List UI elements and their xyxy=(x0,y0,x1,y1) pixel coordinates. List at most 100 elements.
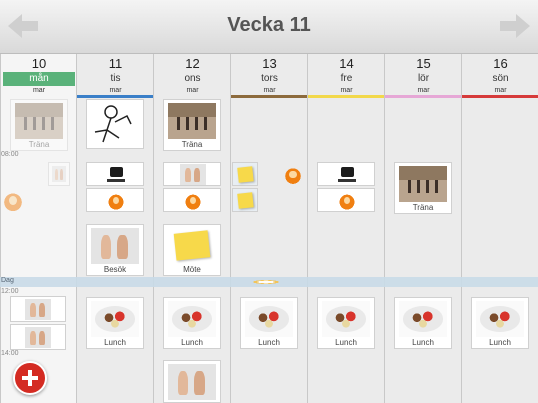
day-name: ons xyxy=(184,73,201,84)
people-image xyxy=(168,364,216,400)
orange-image xyxy=(105,190,127,212)
activity-card-besok[interactable]: Besök xyxy=(86,224,144,276)
day-name: tors xyxy=(261,73,278,84)
time-label: 14:00 xyxy=(1,350,19,357)
sticky-note-image xyxy=(235,164,257,186)
activity-card-lunch[interactable]: Lunch xyxy=(317,297,375,349)
activity-label: Lunch xyxy=(258,338,280,347)
sun-icon xyxy=(246,279,286,285)
orange-image[interactable] xyxy=(0,188,26,214)
gym-image xyxy=(399,166,447,202)
activity-card-sketch[interactable] xyxy=(86,99,144,149)
people-image xyxy=(25,299,51,320)
time-label: 08:00 xyxy=(1,151,19,158)
people-image xyxy=(52,166,66,182)
activity-card-lunch[interactable]: Lunch xyxy=(163,297,221,349)
activity-label: Lunch xyxy=(412,338,434,347)
activity-label: Lunch xyxy=(104,338,126,347)
activity-card-note[interactable] xyxy=(232,162,258,186)
activity-card-note[interactable] xyxy=(232,188,258,212)
day-name: sön xyxy=(492,73,509,84)
orange-image xyxy=(336,190,358,212)
activity-card-trana[interactable]: Träna xyxy=(10,99,68,151)
people-image xyxy=(25,327,51,348)
activity-card-orange[interactable] xyxy=(278,162,306,186)
day-color-bar xyxy=(77,95,154,98)
activity-label: Träna xyxy=(28,140,50,149)
activity-card-orange[interactable] xyxy=(317,188,375,212)
activity-card-trana[interactable]: Träna xyxy=(163,99,221,151)
day-color-bar xyxy=(308,95,385,98)
day-color-bar xyxy=(385,95,462,98)
gym-image xyxy=(15,103,63,139)
activity-card-computer[interactable] xyxy=(86,162,144,186)
day-number: 11 xyxy=(108,56,123,71)
activity-label: Träna xyxy=(412,203,434,212)
plate-image xyxy=(245,301,293,337)
people-image xyxy=(180,164,206,185)
activity-card-lunch[interactable]: Lunch xyxy=(86,297,144,349)
day-number: 14 xyxy=(339,56,354,71)
day-number: 16 xyxy=(493,56,508,71)
next-week-button[interactable] xyxy=(498,12,532,40)
orange-image xyxy=(281,164,305,186)
activity-card-trana[interactable]: Träna xyxy=(394,162,452,214)
top-bar: Vecka 11 xyxy=(0,0,538,54)
activity-card[interactable] xyxy=(10,324,66,350)
add-activity-button[interactable] xyxy=(13,361,47,395)
all-day-band[interactable]: Dag xyxy=(0,277,538,287)
day-header[interactable]: 15 lör mar xyxy=(385,54,462,96)
day-number: 13 xyxy=(262,56,277,71)
day-header[interactable]: 13 tors mar xyxy=(231,54,308,96)
day-header[interactable]: 14 fre mar xyxy=(308,54,385,96)
all-day-label: Dag xyxy=(1,277,14,284)
sketch-figure-icon xyxy=(94,105,132,143)
day-color-bar xyxy=(231,95,308,98)
day-header[interactable]: 12 ons mar xyxy=(154,54,231,96)
activity-label: Lunch xyxy=(335,338,357,347)
people-image xyxy=(91,228,139,264)
day-name: mån xyxy=(3,72,75,86)
activity-card-orange[interactable] xyxy=(163,188,221,212)
activity-card[interactable] xyxy=(10,296,66,322)
day-header[interactable]: 10 mån mar xyxy=(1,54,77,96)
day-month: mar xyxy=(109,87,122,94)
activity-card-lunch[interactable]: Lunch xyxy=(394,297,452,349)
activity-label: Möte xyxy=(183,265,201,274)
day-name: tis xyxy=(110,73,121,84)
gym-image xyxy=(168,103,216,139)
plate-image xyxy=(476,301,524,337)
activity-card-people[interactable] xyxy=(163,360,221,403)
day-month: mar xyxy=(263,87,276,94)
activity-card-lunch[interactable]: Lunch xyxy=(240,297,298,349)
day-name: fre xyxy=(340,73,353,84)
day-month: mar xyxy=(32,87,46,94)
activity-card-people[interactable] xyxy=(163,162,221,186)
day-header[interactable]: 16 sön mar xyxy=(462,54,538,96)
activity-label: Lunch xyxy=(489,338,511,347)
activity-card-mote[interactable]: Möte xyxy=(163,224,221,276)
day-number: 10 xyxy=(31,56,47,71)
computer-image xyxy=(334,164,360,185)
activity-card[interactable] xyxy=(48,162,70,186)
day-column-sat[interactable]: 15 lör mar xyxy=(384,54,462,403)
orange-image xyxy=(182,190,204,212)
time-label: 12:00 xyxy=(1,288,19,295)
activity-card-computer[interactable] xyxy=(317,162,375,186)
week-title: Vecka 11 xyxy=(227,14,311,36)
activity-card-orange[interactable] xyxy=(86,188,144,212)
day-column-sun[interactable]: 16 sön mar xyxy=(461,54,538,403)
plate-image xyxy=(399,301,447,337)
day-month: mar xyxy=(340,87,353,94)
day-header[interactable]: 11 tis mar xyxy=(77,54,154,96)
computer-image xyxy=(103,164,129,185)
activity-card-lunch[interactable]: Lunch xyxy=(471,297,529,349)
day-number: 15 xyxy=(416,56,431,71)
day-column-fri[interactable]: 14 fre mar xyxy=(307,54,385,403)
day-column-thu[interactable]: 13 tors mar xyxy=(230,54,308,403)
day-month: mar xyxy=(186,87,199,94)
sticky-note-image xyxy=(168,226,216,264)
plate-image xyxy=(322,301,370,337)
activity-label: Besök xyxy=(103,265,127,274)
plate-image xyxy=(91,301,139,337)
